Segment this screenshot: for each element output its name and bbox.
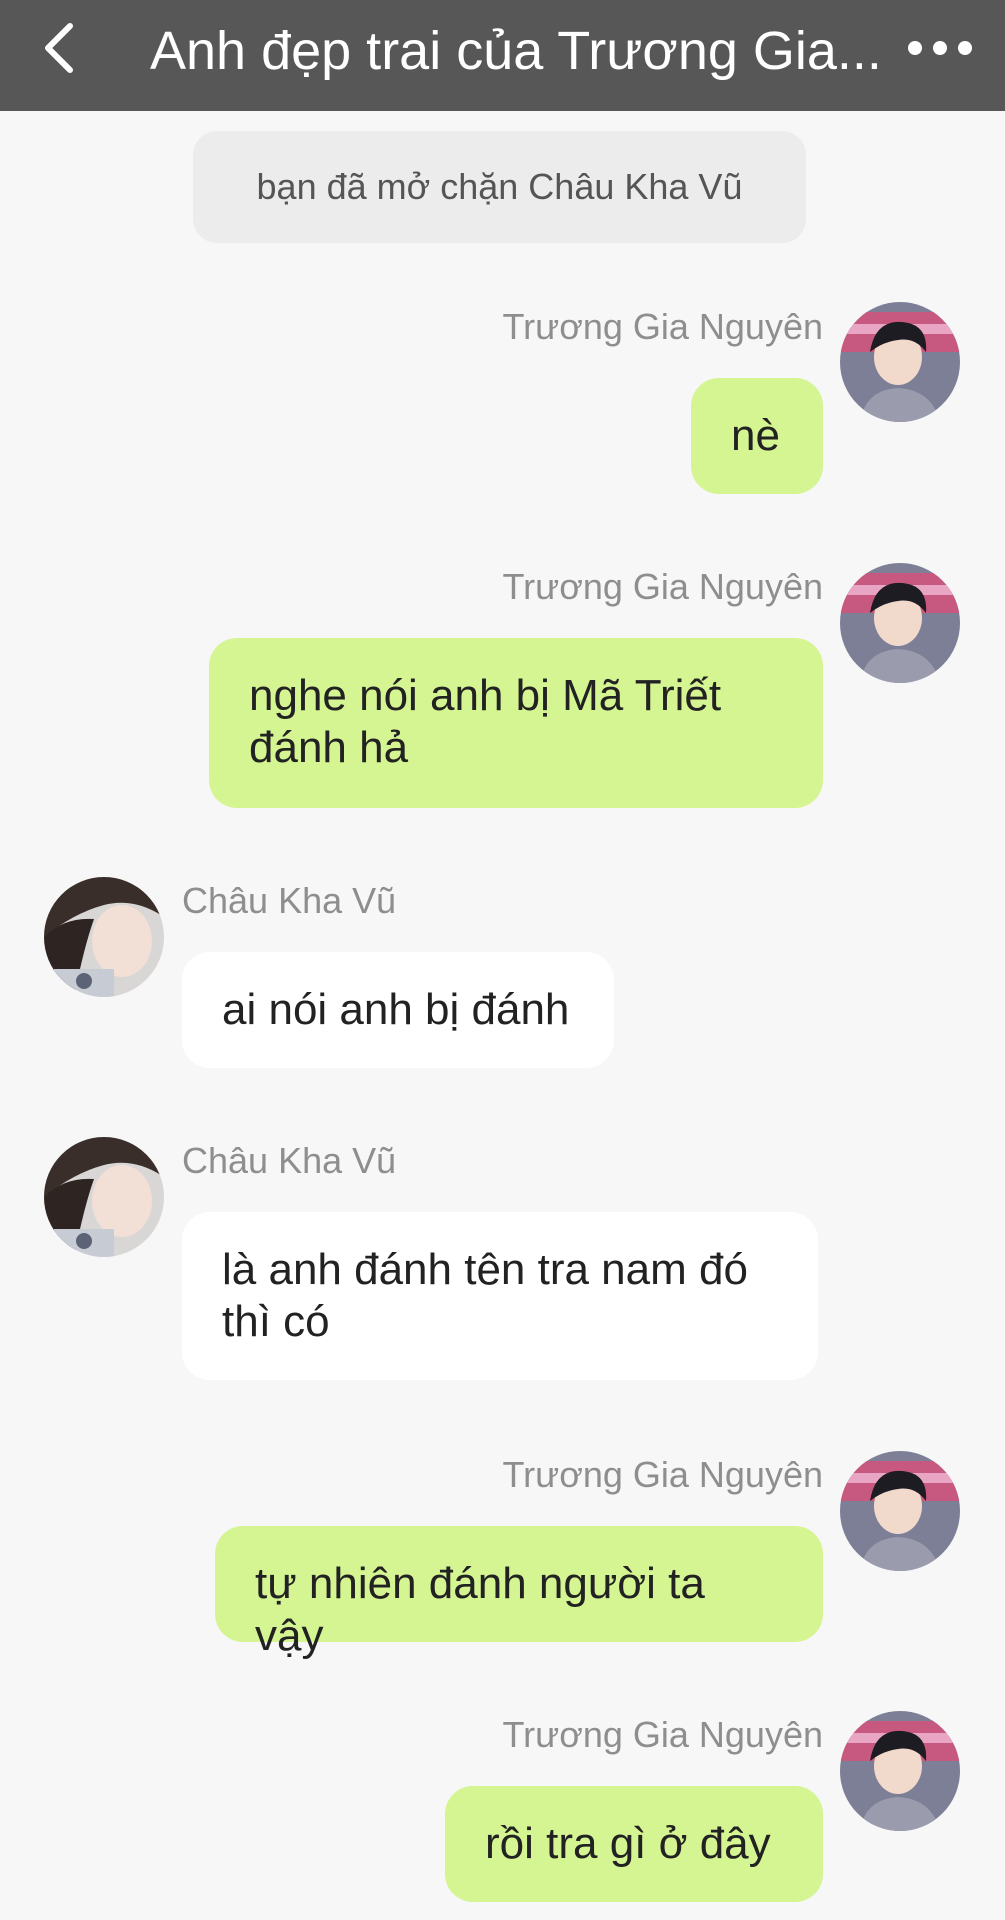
more-horizontal-icon [908,41,972,55]
avatar[interactable] [44,877,164,997]
sender-name: Trương Gia Nguyên [502,566,823,607]
more-options-button[interactable] [895,18,985,78]
system-notice: bạn đã mở chặn Châu Kha Vũ [193,131,806,243]
message-bubble[interactable]: là anh đánh tên tra nam đó thì có [182,1212,818,1380]
chat-header: Anh đẹp trai của Trương Gia... [0,0,1005,111]
message-bubble[interactable]: rồi tra gì ở đây [445,1786,823,1902]
sender-name: Trương Gia Nguyên [502,1454,823,1495]
sender-name: Trương Gia Nguyên [502,306,823,347]
sender-name: Châu Kha Vũ [182,1140,397,1181]
sender-name: Châu Kha Vũ [182,880,397,921]
avatar[interactable] [44,1137,164,1257]
sender-name: Trương Gia Nguyên [502,1714,823,1755]
message-bubble[interactable]: nè [691,378,823,494]
message-bubble[interactable]: ai nói anh bị đánh [182,952,614,1068]
chat-title: Anh đẹp trai của Trương Gia... [150,21,882,81]
message-bubble[interactable]: tự nhiên đánh người ta vậy [215,1526,823,1660]
message-bubble[interactable]: nghe nói anh bị Mã Triết đánh hả [209,638,823,808]
avatar[interactable] [840,563,960,683]
chevron-left-icon [45,23,73,73]
avatar[interactable] [840,1711,960,1831]
back-button[interactable] [30,18,90,78]
avatar[interactable] [840,302,960,422]
avatar[interactable] [840,1451,960,1571]
